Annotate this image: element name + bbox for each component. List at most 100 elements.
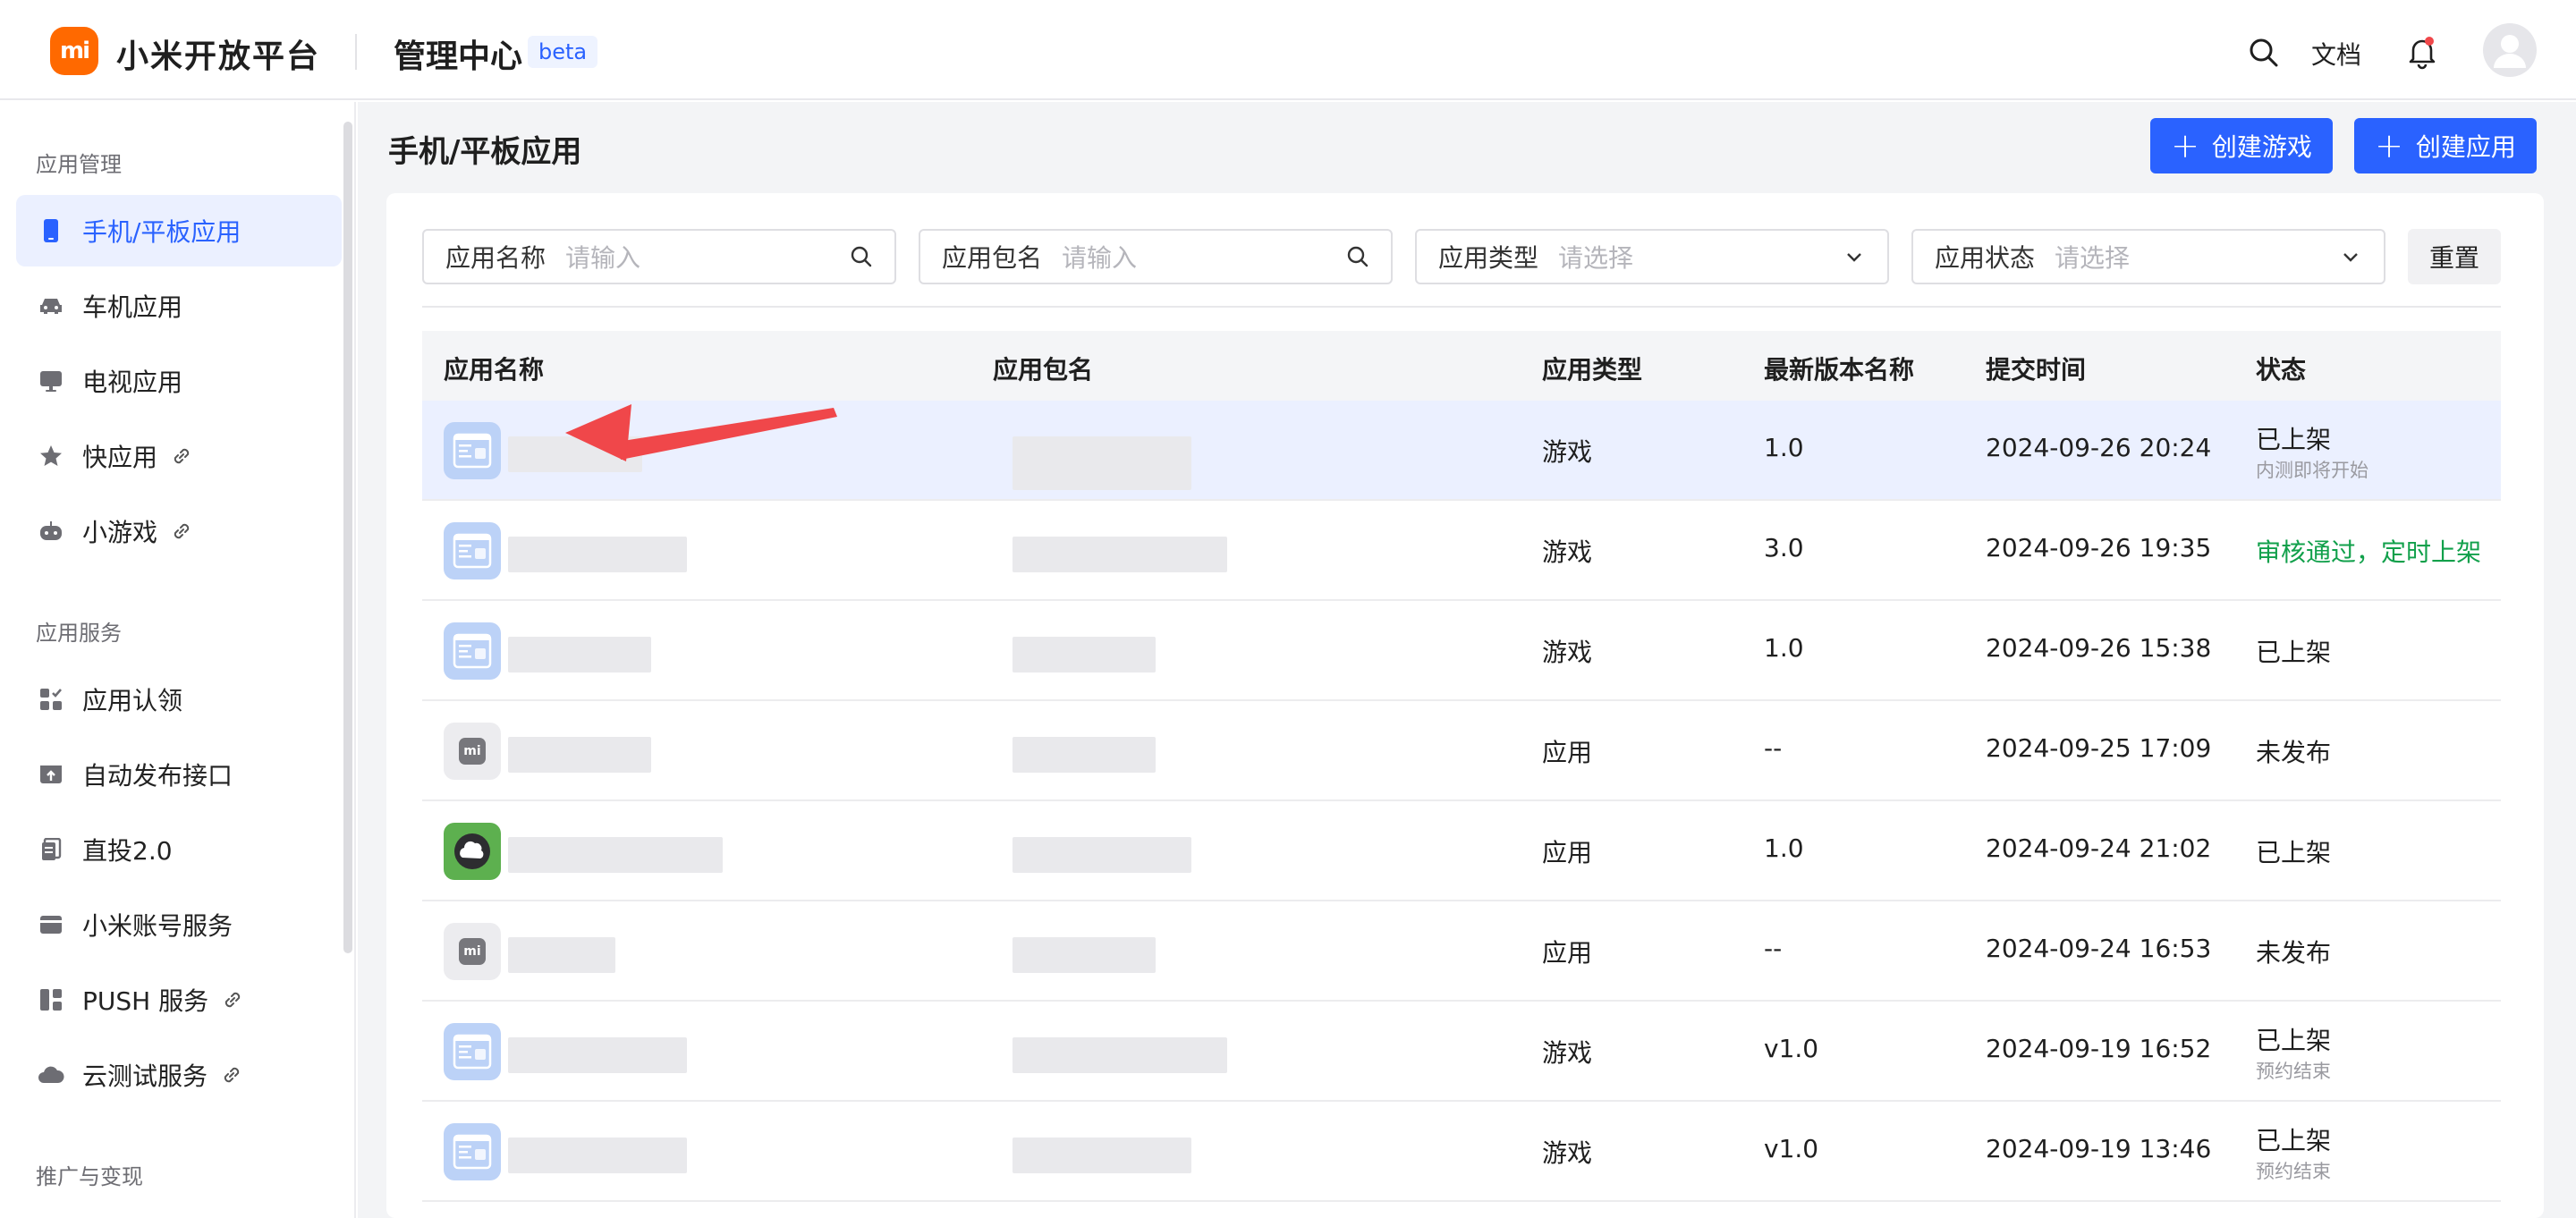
sidebar-group-title: 推广与变现 (36, 1164, 143, 1189)
status-subtext: 内测即将开始 (2256, 460, 2368, 481)
submit-time-cell: 2024-09-19 13:46 (1986, 1134, 2212, 1163)
game-app-icon (444, 422, 501, 479)
column-header: 应用名称 (444, 355, 545, 385)
phone-icon (38, 217, 64, 244)
sidebar-item-car-apps[interactable]: 车机应用 (16, 270, 342, 342)
filter-label: 应用类型 (1438, 243, 1539, 273)
account-card-icon (38, 911, 64, 938)
mi-logo[interactable]: mi (50, 27, 98, 75)
star-icon (38, 443, 64, 469)
sidebar-item-mi-account-service[interactable]: 小米账号服务 (16, 889, 342, 960)
search-icon[interactable] (2249, 38, 2279, 68)
table-row[interactable]: mi 应用 -- 2024-09-25 17:09 未发布 (422, 701, 2501, 801)
filter-label: 应用包名 (942, 243, 1043, 273)
sidebar-item-label: 自动发布接口 (82, 761, 233, 791)
redacted-package-name (1013, 436, 1191, 490)
app-name-input[interactable]: 请输入 (565, 239, 848, 275)
table-row[interactable]: 应用 1.0 2024-09-24 21:02 已上架 (422, 801, 2501, 901)
sidebar-item-cloud-testing[interactable]: 云测试服务 (16, 1039, 342, 1111)
top-header: mi 小米开放平台 管理中心 beta 文档 (0, 0, 2576, 100)
version-cell: 3.0 (1764, 533, 1804, 562)
notification-bell-icon[interactable] (2404, 34, 2440, 70)
redacted-package-name (1013, 537, 1227, 572)
user-avatar[interactable] (2483, 23, 2537, 77)
version-cell: 1.0 (1764, 633, 1804, 663)
cloud-icon (38, 1062, 64, 1088)
redacted-package-name (1013, 637, 1156, 672)
filter-divider (422, 306, 2501, 308)
search-icon[interactable] (1344, 243, 1371, 270)
status-cell: 已上架 (2256, 1026, 2332, 1055)
create-game-button[interactable]: + 创建游戏 (2150, 118, 2333, 173)
submit-time-cell: 2024-09-26 19:35 (1986, 533, 2212, 562)
sidebar-item-label: PUSH 服务 (82, 986, 209, 1016)
app-type-cell: 应用 (1542, 738, 1593, 767)
app-status-select[interactable]: 应用状态 请选择 (1911, 229, 2385, 284)
external-link-icon (174, 523, 190, 539)
sidebar-group-title: 应用管理 (36, 152, 122, 177)
table-row[interactable]: 游戏 v1.0 2024-09-19 16:52 已上架 预约结束 (422, 1002, 2501, 1102)
app-type-cell: 游戏 (1542, 1038, 1593, 1068)
column-header: 最新版本名称 (1764, 355, 1915, 385)
sidebar-item-mini-games[interactable]: 小游戏 (16, 495, 342, 567)
column-header: 状态 (2256, 355, 2307, 385)
version-cell: -- (1764, 934, 1783, 963)
sidebar-item-label: 应用认领 (82, 686, 183, 715)
table-row[interactable]: 游戏 1.0 2024-09-26 15:38 已上架 (422, 601, 2501, 701)
redacted-app-name (508, 837, 723, 873)
external-link-icon (174, 448, 190, 464)
package-name-filter[interactable]: 应用包名 请输入 (919, 229, 1393, 284)
sidebar-item-quick-apps[interactable]: 快应用 (16, 420, 342, 492)
layout-icon (38, 986, 64, 1013)
column-header: 应用包名 (993, 355, 1094, 385)
version-cell: v1.0 (1764, 1134, 1819, 1163)
package-name-input[interactable]: 请输入 (1062, 239, 1344, 275)
search-icon[interactable] (848, 243, 875, 270)
app-type-placeholder: 请选择 (1558, 243, 1634, 273)
game-app-icon (444, 522, 501, 579)
sidebar-item-direct-delivery[interactable]: 直投2.0 (16, 814, 342, 885)
create-app-button[interactable]: + 创建应用 (2354, 118, 2537, 173)
version-cell: -- (1764, 733, 1783, 763)
page-title: 手机/平板应用 (388, 134, 582, 170)
submit-time-cell: 2024-09-19 16:52 (1986, 1034, 2212, 1063)
reset-button[interactable]: 重置 (2408, 229, 2501, 284)
docs-link[interactable]: 文档 (2311, 36, 2361, 72)
version-cell: 1.0 (1764, 433, 1804, 462)
sidebar-item-push-service[interactable]: PUSH 服务 (16, 964, 342, 1036)
app-type-cell: 应用 (1542, 938, 1593, 968)
plus-icon: + (2375, 126, 2403, 165)
redacted-package-name (1013, 837, 1191, 873)
sidebar-item-tv-apps[interactable]: 电视应用 (16, 345, 342, 417)
sidebar-item-auto-publish-api[interactable]: 自动发布接口 (16, 739, 342, 810)
table-row[interactable]: 游戏 1.0 2024-09-26 20:24 已上架内测即将开始 (422, 401, 2501, 501)
sidebar-scrollbar[interactable] (343, 122, 352, 953)
app-status-placeholder: 请选择 (2055, 243, 2131, 273)
table-header: 应用名称 应用包名 应用类型 最新版本名称 提交时间 状态 (422, 331, 2501, 401)
document-icon (38, 836, 64, 863)
header-divider (355, 34, 357, 70)
status-cell: 已上架 (2256, 838, 2332, 867)
table-row[interactable]: 游戏 v1.0 2024-09-19 13:46 已上架 预约结束 (422, 1102, 2501, 1202)
upload-icon (38, 761, 64, 788)
status-subtext: 预约结束 (2256, 1061, 2331, 1082)
column-header: 应用类型 (1542, 355, 1643, 385)
status-cell: 已上架 (2256, 425, 2332, 454)
submit-time-cell: 2024-09-26 20:24 (1986, 433, 2212, 462)
sidebar-item-phone-tablet-apps[interactable]: 手机/平板应用 (16, 195, 342, 266)
brand-name[interactable]: 小米开放平台 (116, 30, 320, 77)
sidebar-item-app-claim[interactable]: 应用认领 (16, 664, 342, 735)
sidebar-item-label: 小米账号服务 (82, 911, 233, 941)
car-icon (38, 292, 64, 319)
table-row[interactable]: mi 应用 -- 2024-09-24 16:53 未发布 (422, 901, 2501, 1002)
create-game-label: 创建游戏 (2211, 132, 2312, 162)
app-type-cell: 游戏 (1542, 1138, 1593, 1168)
status-cell: 已上架 (2256, 1126, 2332, 1155)
redacted-app-name (508, 436, 642, 472)
app-name-filter[interactable]: 应用名称 请输入 (422, 229, 896, 284)
mi-app-icon: mi (444, 723, 501, 780)
apps-check-icon (38, 686, 64, 713)
app-type-cell: 游戏 (1542, 437, 1593, 467)
app-type-select[interactable]: 应用类型 请选择 (1415, 229, 1889, 284)
table-row[interactable]: 游戏 3.0 2024-09-26 19:35 审核通过，定时上架 (422, 501, 2501, 601)
